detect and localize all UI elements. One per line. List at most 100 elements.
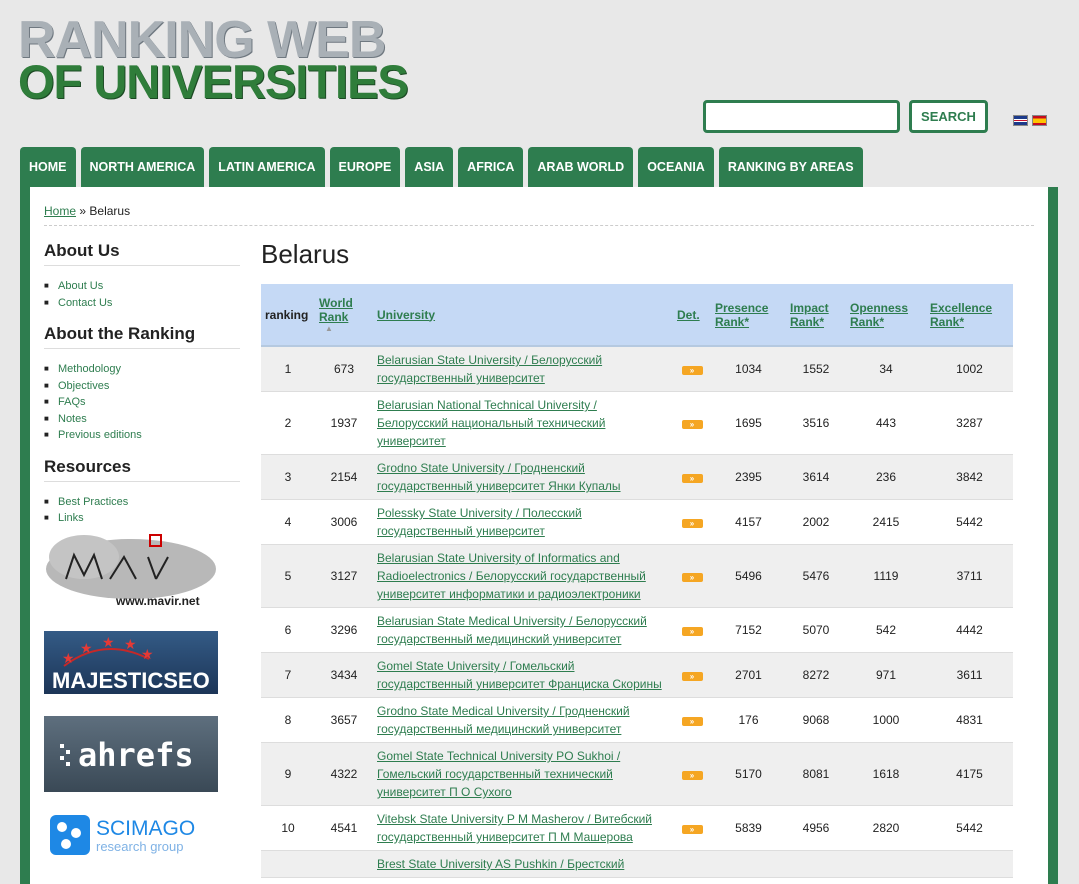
sidebar-link-previous-editions[interactable]: Previous editions <box>58 429 142 441</box>
sidebar-item-about-us: About Us <box>44 278 240 295</box>
det-cell[interactable]: » <box>673 346 711 392</box>
university-cell[interactable]: Grodno State University / Гродненский го… <box>373 454 673 500</box>
excellence-sort-link[interactable]: Excellence Rank* <box>930 301 992 329</box>
nav-north-america[interactable]: NORTH AMERICA <box>80 147 205 187</box>
nav-oceania[interactable]: OCEANIA <box>638 147 714 187</box>
excellence-rank-cell: 4442 <box>926 607 1013 653</box>
university-cell[interactable]: Grodno State Medical University / Гродне… <box>373 697 673 743</box>
openness-rank-cell <box>846 850 926 878</box>
sidebar-link-methodology[interactable]: Methodology <box>58 363 121 375</box>
sidebar-link-links[interactable]: Links <box>58 512 84 524</box>
scimago-banner[interactable]: SCIMAGO research group <box>44 811 218 861</box>
det-cell[interactable] <box>673 850 711 878</box>
presence-label-2: Rank* <box>715 314 750 329</box>
majestic-text: MAJESTICSEO <box>52 668 210 693</box>
english-flag-icon[interactable] <box>1013 115 1028 126</box>
university-cell[interactable]: Vitebsk State University P M Masherov / … <box>373 805 673 851</box>
det-cell[interactable]: » <box>673 742 711 806</box>
university-link[interactable]: Gomel State University / Гомельский госу… <box>377 659 662 691</box>
nav-europe[interactable]: EUROPE <box>329 147 401 187</box>
university-cell[interactable]: Gomel State University / Гомельский госу… <box>373 652 673 698</box>
majestic-seo-banner[interactable]: ★ ★ ★ ★ ★ MAJESTICSEO <box>44 631 218 694</box>
det-sort-link[interactable]: Det. <box>677 308 700 322</box>
col-impact[interactable]: Impact Rank* <box>786 284 846 347</box>
university-link[interactable]: Brest State University AS Pushkin / Брес… <box>377 857 624 871</box>
sidebar: About Us About Us Contact Us About the R… <box>44 241 240 855</box>
sidebar-link-objectives[interactable]: Objectives <box>58 380 109 392</box>
university-link[interactable]: Vitebsk State University P M Masherov / … <box>377 812 652 844</box>
col-det[interactable]: Det. <box>673 284 711 347</box>
det-cell[interactable]: » <box>673 805 711 851</box>
details-arrow-icon[interactable]: » <box>681 672 703 681</box>
site-logo[interactable]: RANKING WEB OF UNIVERSITIES <box>18 14 409 108</box>
details-arrow-icon[interactable]: » <box>681 627 703 636</box>
table-row: 7 3434 Gomel State University / Гомельский… <box>261 652 1013 698</box>
col-ranking: ranking <box>261 284 315 347</box>
breadcrumb-home-link[interactable]: Home <box>44 204 76 218</box>
university-link[interactable]: Belarusian State Medical University / Бе… <box>377 614 647 646</box>
details-arrow-icon[interactable]: » <box>681 771 703 780</box>
col-world-rank[interactable]: World Rank ▲ <box>315 284 373 347</box>
spanish-flag-icon[interactable] <box>1032 115 1047 126</box>
university-sort-link[interactable]: University <box>377 308 435 322</box>
details-arrow-icon[interactable]: » <box>681 825 703 834</box>
university-cell[interactable]: Gomel State Technical University PO Sukh… <box>373 742 673 806</box>
scimago-text: SCIMAGO <box>96 817 195 840</box>
details-arrow-icon[interactable]: » <box>681 420 703 429</box>
sidebar-link-contact-us[interactable]: Contact Us <box>58 297 112 309</box>
det-cell[interactable]: » <box>673 454 711 500</box>
nav-arab-world[interactable]: ARAB WORLD <box>528 147 634 187</box>
sidebar-item-links: Links <box>44 510 240 527</box>
details-arrow-icon[interactable]: » <box>681 474 703 483</box>
university-link[interactable]: Belarusian State University / Белорусски… <box>377 353 602 385</box>
university-cell[interactable]: Brest State University AS Pushkin / Брес… <box>373 850 673 878</box>
presence-rank-cell <box>711 850 786 878</box>
det-cell[interactable]: » <box>673 697 711 743</box>
sidebar-link-notes[interactable]: Notes <box>58 413 87 425</box>
table-row: 4 3006 Polessky State University / Полесск… <box>261 499 1013 545</box>
university-link[interactable]: Grodno State Medical University / Гродне… <box>377 704 630 736</box>
mavir-banner[interactable]: www.mavir.net <box>44 529 218 609</box>
nav-home[interactable]: HOME <box>20 147 76 187</box>
nav-ranking-by-areas[interactable]: RANKING BY AREAS <box>718 147 863 187</box>
university-link[interactable]: Belarusian State University of Informati… <box>377 551 646 601</box>
university-cell[interactable]: Belarusian State Medical University / Бе… <box>373 607 673 653</box>
university-cell[interactable]: Belarusian National Technical University… <box>373 391 673 455</box>
impact-rank-cell: 5476 <box>786 544 846 608</box>
presence-sort-link[interactable]: Presence Rank* <box>715 301 768 329</box>
search-input[interactable] <box>703 100 900 133</box>
university-link[interactable]: Grodno State University / Гродненский го… <box>377 461 621 493</box>
det-cell[interactable]: » <box>673 652 711 698</box>
university-link[interactable]: Gomel State Technical University PO Sukh… <box>377 749 620 799</box>
det-cell[interactable]: » <box>673 544 711 608</box>
details-arrow-icon[interactable]: » <box>681 519 703 528</box>
det-cell[interactable]: » <box>673 499 711 545</box>
logo-line-2: OF UNIVERSITIES <box>18 55 409 108</box>
university-cell[interactable]: Belarusian State University of Informati… <box>373 544 673 608</box>
sidebar-link-best-practices[interactable]: Best Practices <box>58 496 128 508</box>
openness-rank-cell: 1119 <box>846 544 926 608</box>
sidebar-link-about-us[interactable]: About Us <box>58 280 103 292</box>
nav-latin-america[interactable]: LATIN AMERICA <box>209 147 325 187</box>
search-button[interactable]: SEARCH <box>909 100 988 133</box>
nav-africa[interactable]: AFRICA <box>458 147 524 187</box>
ahrefs-banner[interactable]: ahrefs <box>44 716 218 792</box>
university-cell[interactable]: Belarusian State University / Белорусски… <box>373 346 673 392</box>
university-link[interactable]: Belarusian National Technical University… <box>377 398 605 448</box>
details-arrow-icon[interactable]: » <box>681 573 703 582</box>
col-excellence[interactable]: Excellence Rank* <box>926 284 1013 347</box>
nav-asia[interactable]: ASIA <box>405 147 454 187</box>
col-university[interactable]: University <box>373 284 673 347</box>
university-cell[interactable]: Polessky State University / Полесский го… <box>373 499 673 545</box>
world-rank-sort-link[interactable]: World Rank <box>319 296 353 324</box>
impact-sort-link[interactable]: Impact Rank* <box>790 301 829 329</box>
col-openness[interactable]: Openness Rank* <box>846 284 926 347</box>
det-cell[interactable]: » <box>673 607 711 653</box>
openness-sort-link[interactable]: Openness Rank* <box>850 301 908 329</box>
details-arrow-icon[interactable]: » <box>681 717 703 726</box>
details-arrow-icon[interactable]: » <box>681 366 703 375</box>
col-presence[interactable]: Presence Rank* <box>711 284 786 347</box>
det-cell[interactable]: » <box>673 391 711 455</box>
university-link[interactable]: Polessky State University / Полесский го… <box>377 506 582 538</box>
sidebar-link-faqs[interactable]: FAQs <box>58 396 86 408</box>
